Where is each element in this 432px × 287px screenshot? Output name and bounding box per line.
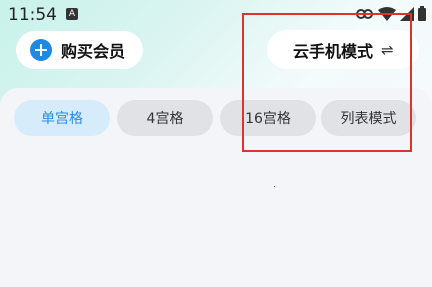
buy-membership-button[interactable]: 购买会员 [16, 31, 143, 69]
notification-icon: A [66, 8, 78, 20]
status-time: 11:54 [8, 5, 57, 25]
highlight-annotation-box [242, 13, 412, 152]
battery-icon [418, 6, 426, 21]
tab-single-grid[interactable]: 单宫格 [14, 100, 110, 136]
tab-4-grid[interactable]: 4宫格 [117, 100, 213, 136]
plus-icon [30, 39, 52, 61]
buy-membership-label: 购买会员 [61, 42, 126, 61]
tab-label: 单宫格 [41, 111, 83, 127]
stray-dot [274, 186, 275, 187]
tab-label: 4宫格 [146, 111, 184, 127]
